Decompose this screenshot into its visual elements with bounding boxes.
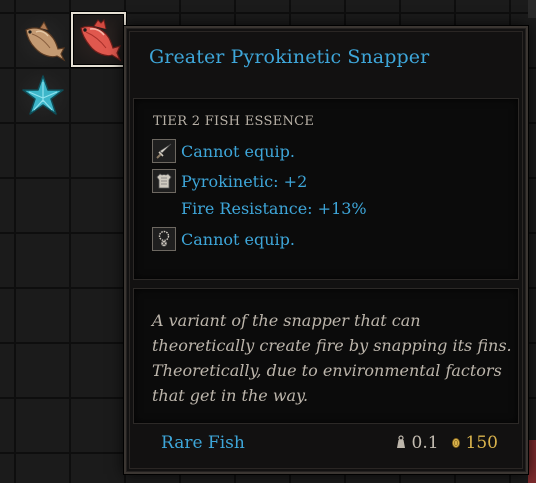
property-text: Cannot equip. [181,229,295,249]
item-value: 150 [465,433,498,453]
inventory-slot-fish[interactable] [16,14,69,67]
armor-icon [152,169,176,193]
property-row: Cannot equip. [152,139,295,163]
scrollbar-thumb[interactable] [528,440,536,483]
starfish-icon [21,74,64,115]
weight-icon [395,434,407,453]
item-rarity: Rare Fish [161,433,245,453]
item-tooltip: Greater Pyrokinetic Snapper TIER 2 FISH … [124,26,528,474]
property-row: Pyrokinetic: +2 [152,169,307,193]
item-title: Greater Pyrokinetic Snapper [149,46,430,68]
item-properties-box: TIER 2 FISH ESSENCE Cannot equip. Pyroki… [133,98,519,280]
inventory-slot-red-snapper[interactable] [71,12,126,67]
item-tier: TIER 2 FISH ESSENCE [153,114,315,129]
red-snapper-icon [79,18,121,62]
item-weight: 0.1 [411,433,439,453]
dagger-icon [152,139,176,163]
property-text: Cannot equip. [181,141,295,161]
property-text: Pyrokinetic: +2 [181,171,308,191]
gold-coin-icon [451,434,461,453]
amulet-icon [152,227,176,251]
item-description-box: A variant of the snapper that can theore… [133,288,519,424]
item-description: A variant of the snapper that can theore… [152,311,512,405]
inventory-slot-starfish[interactable] [16,69,69,122]
game-inventory-screen: Greater Pyrokinetic Snapper TIER 2 FISH … [0,0,536,483]
item-stats: 0.1 150 [395,433,498,453]
scrollbar-top [528,0,536,18]
property-text-fire-resistance: Fire Resistance: +13% [181,199,367,218]
fish-icon [24,20,65,62]
property-row: Cannot equip. [152,227,295,251]
